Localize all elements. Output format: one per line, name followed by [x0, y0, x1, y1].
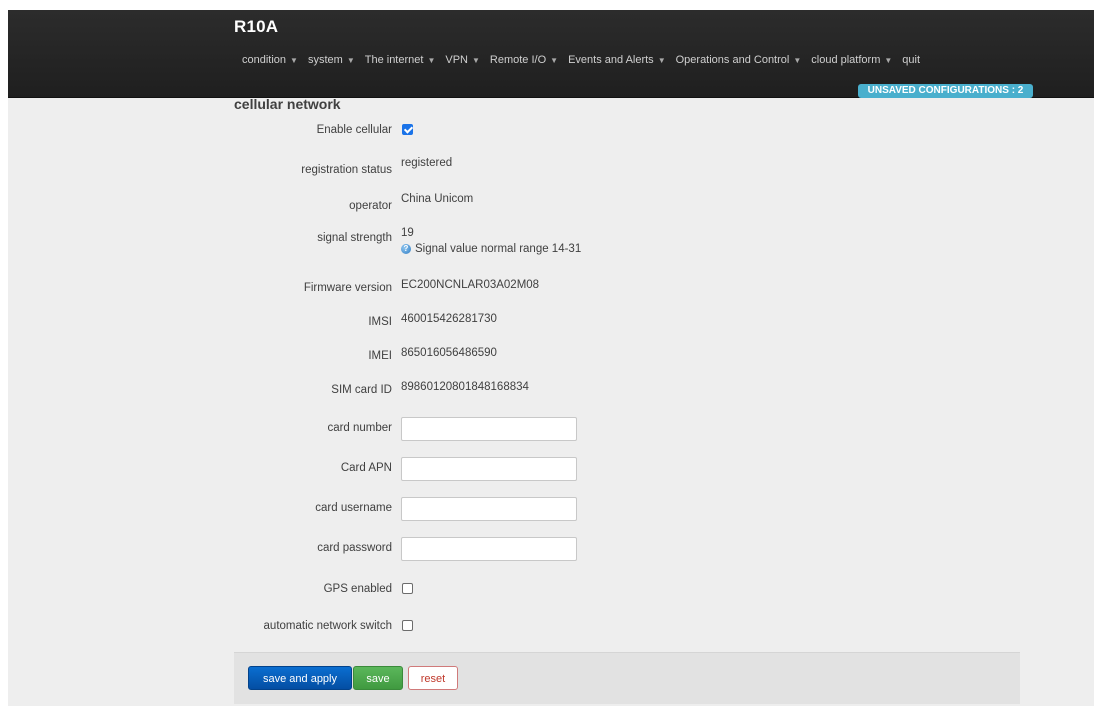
brand-title: R10A — [234, 17, 279, 36]
field-automatic-network-switch: automatic network switch — [234, 616, 834, 636]
menu-item-label: Operations and Control — [675, 54, 790, 66]
main-menu: condition ▼ system ▼ The internet ▼ VPN ▼ Re… — [242, 54, 930, 66]
menu-item-label: VPN — [445, 54, 468, 66]
card-password-input[interactable] — [401, 537, 577, 561]
field-operator: operator China Unicom — [234, 189, 834, 212]
menu-item-events-alerts[interactable]: Events and Alerts ▼ — [568, 54, 666, 66]
menu-item-vpn[interactable]: VPN ▼ — [445, 54, 480, 66]
field-value: 19 — [401, 227, 414, 239]
field-firmware-version: Firmware version EC200NCNLAR03A02M08 — [234, 275, 834, 295]
field-label: signal strength — [317, 232, 392, 244]
field-label: card number — [327, 422, 392, 434]
caret-down-icon: ▼ — [657, 55, 666, 65]
field-label: GPS enabled — [323, 583, 392, 595]
menu-item-internet[interactable]: The internet ▼ — [365, 54, 436, 66]
menu-item-condition[interactable]: condition ▼ — [242, 54, 298, 66]
caret-down-icon: ▼ — [550, 55, 559, 65]
field-sim-card-id: SIM card ID 89860120801848168834 — [234, 377, 834, 397]
action-bar: save and apply save reset — [234, 652, 1020, 704]
reset-button[interactable]: reset — [408, 666, 458, 690]
enable-cellular-checkbox[interactable] — [402, 124, 413, 135]
field-label: Firmware version — [303, 282, 392, 294]
menu-item-label: system — [307, 54, 343, 66]
info-icon: ? — [401, 244, 411, 254]
field-registration-status: registration status registered — [234, 153, 834, 176]
section-title: cellular network — [234, 96, 341, 112]
menu-item-label: cloud platform — [811, 54, 881, 66]
field-card-apn: Card APN — [234, 457, 834, 481]
caret-down-icon: ▼ — [884, 55, 893, 65]
menu-item-label: The internet — [364, 54, 424, 66]
caret-down-icon: ▼ — [290, 55, 298, 65]
card-apn-input[interactable] — [401, 457, 577, 481]
menu-item-label: condition — [242, 54, 287, 66]
field-value: registered — [401, 157, 453, 169]
menu-item-system[interactable]: system ▼ — [308, 54, 355, 66]
field-label: IMSI — [368, 316, 392, 328]
field-value: 865016056486590 — [401, 347, 497, 359]
save-button[interactable]: save — [353, 666, 403, 690]
menu-item-label: Remote I/O — [489, 54, 547, 66]
caret-down-icon: ▼ — [346, 55, 355, 65]
caret-down-icon: ▼ — [427, 55, 436, 65]
field-value: 89860120801848168834 — [401, 381, 529, 393]
caret-down-icon: ▼ — [793, 55, 802, 65]
field-label: card password — [317, 542, 392, 554]
menu-item-quit[interactable]: quit — [902, 54, 920, 66]
menu-item-label: quit — [902, 54, 921, 66]
signal-hint: ? Signal value normal range 14-31 — [401, 241, 581, 257]
field-value: 460015426281730 — [401, 313, 497, 325]
menu-item-label: Events and Alerts — [568, 54, 654, 66]
caret-down-icon: ▼ — [471, 55, 480, 65]
field-enable-cellular: Enable cellular — [234, 120, 834, 140]
field-value: China Unicom — [401, 193, 474, 205]
field-card-number: card number — [234, 417, 834, 441]
field-label: Enable cellular — [316, 124, 392, 136]
field-value: EC200NCNLAR03A02M08 — [401, 279, 540, 291]
field-card-username: card username — [234, 497, 834, 521]
field-label: card username — [315, 502, 392, 514]
field-imsi: IMSI 460015426281730 — [234, 309, 834, 329]
field-label: SIM card ID — [331, 384, 392, 396]
field-label: IMEI — [368, 350, 392, 362]
field-label: automatic network switch — [263, 620, 392, 632]
menu-item-cloud-platform[interactable]: cloud platform ▼ — [811, 54, 892, 66]
unsaved-configurations-badge[interactable]: UNSAVED CONFIGURATIONS : 2 — [858, 84, 1033, 98]
save-and-apply-button[interactable]: save and apply — [248, 666, 352, 690]
hint-text: Signal value normal range 14-31 — [415, 243, 582, 255]
field-card-password: card password — [234, 537, 834, 561]
field-imei: IMEI 865016056486590 — [234, 343, 834, 363]
gps-enabled-checkbox[interactable] — [402, 583, 413, 594]
automatic-network-switch-checkbox[interactable] — [402, 620, 413, 631]
field-gps-enabled: GPS enabled — [234, 579, 834, 599]
menu-item-remote-io[interactable]: Remote I/O ▼ — [490, 54, 558, 66]
card-number-input[interactable] — [401, 417, 577, 441]
field-label: operator — [349, 200, 392, 212]
field-label: Card APN — [340, 462, 392, 474]
field-signal-strength: signal strength 19 ? Signal value normal… — [234, 223, 834, 255]
card-username-input[interactable] — [401, 497, 577, 521]
menu-item-operations-control[interactable]: Operations and Control ▼ — [676, 54, 802, 66]
field-label: registration status — [301, 164, 392, 176]
